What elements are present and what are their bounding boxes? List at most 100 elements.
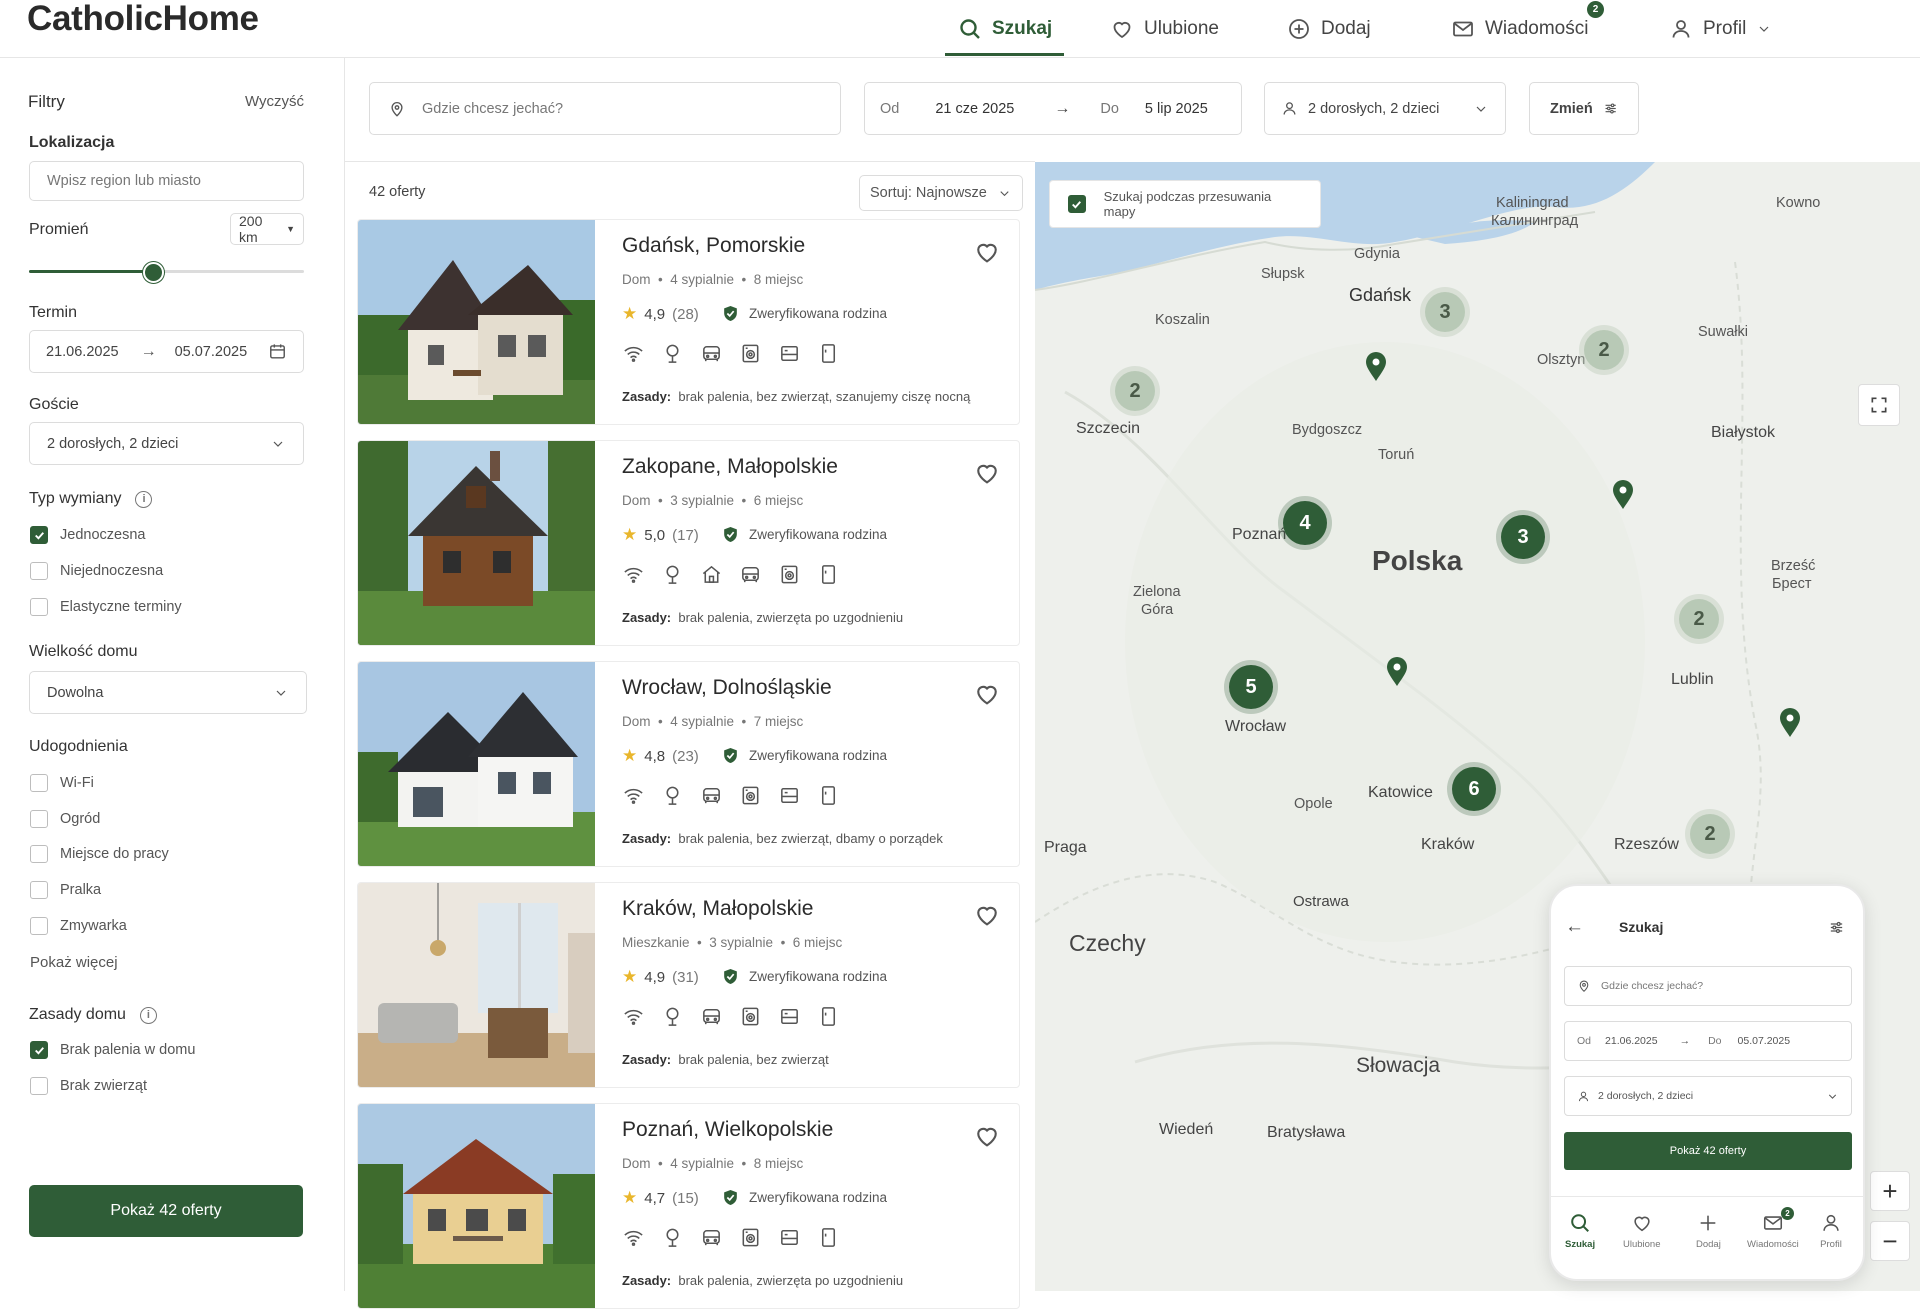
map-cluster[interactable]: 6 [1452, 767, 1496, 811]
map-cluster[interactable]: 5 [1229, 665, 1273, 709]
info-icon[interactable]: i [139, 1006, 157, 1024]
phone-dates-field[interactable]: Od 21.06.2025 → Do 05.07.2025 [1564, 1021, 1852, 1061]
favorite-heart-icon[interactable] [973, 238, 1001, 266]
map-pin-icon[interactable] [1612, 480, 1634, 510]
favorite-heart-icon[interactable] [973, 680, 1001, 708]
zoom-out-button[interactable]: − [1870, 1221, 1910, 1261]
map-pin-icon[interactable] [1779, 708, 1801, 738]
location-input[interactable]: Wpisz region lub miasto [29, 161, 304, 201]
nav-add[interactable]: Dodaj [1287, 0, 1371, 58]
guests-select[interactable]: 2 dorosłych, 2 dzieci [29, 422, 304, 465]
guests-dropdown[interactable]: 2 dorosłych, 2 dzieci [1264, 82, 1506, 135]
map-cluster[interactable]: 2 [1115, 371, 1155, 411]
amenity-option-dishwasher[interactable]: Zmywarka [30, 917, 127, 935]
map-cluster[interactable]: 3 [1425, 292, 1465, 332]
amenity-option-washer[interactable]: Pralka [30, 881, 101, 899]
amenity-option-workspace[interactable]: Miejsce do pracy [30, 845, 169, 863]
checkbox-checked[interactable] [30, 1041, 48, 1059]
app-logo[interactable]: CatholicHome [27, 0, 259, 38]
map-label-zielona: Zielona [1133, 584, 1181, 600]
checkbox[interactable] [30, 562, 48, 580]
zoom-in-button[interactable]: + [1870, 1171, 1910, 1211]
checkbox[interactable] [30, 917, 48, 935]
show-more-link[interactable]: Pokaż więcej [30, 954, 118, 971]
favorite-heart-icon[interactable] [973, 901, 1001, 929]
rule-option-no-smoking[interactable]: Brak palenia w domu [30, 1041, 195, 1059]
radius-slider[interactable] [29, 262, 304, 283]
phone-nav-profile[interactable]: Profil [1820, 1212, 1842, 1250]
info-icon[interactable]: i [135, 490, 153, 508]
exchange-option-flexible[interactable]: Elastyczne terminy [30, 598, 182, 616]
verified-label: Zweryfikowana rodzina [749, 1190, 888, 1205]
amenity-option-wifi[interactable]: Wi-Fi [30, 774, 94, 792]
checkbox[interactable] [30, 1077, 48, 1095]
checkbox-checked[interactable] [1068, 195, 1086, 213]
amenity-option-garden[interactable]: Ogród [30, 810, 100, 828]
listing-photo[interactable] [358, 220, 595, 425]
listing-city[interactable]: Kraków, Małopolskie [622, 897, 813, 921]
sort-select[interactable]: Sortuj: Najnowsze [859, 175, 1023, 211]
phone-show-offers-button[interactable]: Pokaż 42 oferty [1564, 1132, 1852, 1170]
listing-card[interactable]: Wrocław, Dolnośląskie Dom • 4 sypialnie … [357, 661, 1020, 867]
exchange-option-nonsimultaneous[interactable]: Niejednoczesna [30, 562, 163, 580]
listing-photo[interactable] [358, 441, 595, 646]
nav-profile[interactable]: Profil [1669, 0, 1772, 58]
map-label-kowno: Kowno [1776, 195, 1821, 211]
map-cluster[interactable]: 3 [1501, 515, 1545, 559]
map-label-kaliningrad: Kaliningrad [1496, 195, 1569, 211]
listing-card[interactable]: Kraków, Małopolskie Mieszkanie • 3 sypia… [357, 882, 1020, 1088]
change-filters-button[interactable]: Zmień [1529, 82, 1639, 135]
listing-card[interactable]: Zakopane, Małopolskie Dom • 3 sypialnie … [357, 440, 1020, 646]
listing-city[interactable]: Gdańsk, Pomorskie [622, 234, 805, 258]
phone-nav-search[interactable]: Szukaj [1565, 1212, 1595, 1250]
rule-option-no-pets[interactable]: Brak zwierząt [30, 1077, 147, 1095]
map-cluster[interactable]: 2 [1679, 599, 1719, 639]
date-range-field[interactable]: 21.06.2025 → 05.07.2025 [29, 330, 304, 373]
nav-messages[interactable]: Wiadomości 2 [1451, 0, 1604, 58]
search-on-move-toggle[interactable]: Szukaj podczas przesuwania mapy [1049, 180, 1321, 228]
phone-nav-messages[interactable]: Wiadomości 2 [1747, 1207, 1799, 1250]
map-label-gdansk: Gdańsk [1349, 285, 1412, 305]
phone-nav-favorites[interactable]: Ulubione [1623, 1212, 1661, 1250]
nav-search[interactable]: Szukaj [958, 0, 1052, 58]
listing-photo[interactable] [358, 883, 595, 1088]
listing-card[interactable]: Gdańsk, Pomorskie Dom • 4 sypialnie • 8 … [357, 219, 1020, 425]
checkbox[interactable] [30, 774, 48, 792]
rating-value: 4,7 [644, 1189, 666, 1207]
phone-nav-add[interactable]: Dodaj [1696, 1212, 1721, 1250]
listing-city[interactable]: Poznań, Wielkopolskie [622, 1118, 833, 1142]
checkbox[interactable] [30, 598, 48, 616]
map-pin-icon[interactable] [1386, 657, 1408, 687]
map-cluster[interactable]: 2 [1690, 814, 1730, 854]
show-offers-button[interactable]: Pokaż 42 oferty [29, 1185, 303, 1237]
exchange-option-simultaneous[interactable]: Jednoczesna [30, 526, 145, 544]
phone-guests-select[interactable]: 2 dorosłych, 2 dzieci [1564, 1076, 1852, 1116]
radius-select[interactable]: 200 km ▼ [230, 213, 304, 245]
listing-card[interactable]: Poznań, Wielkopolskie Dom • 4 sypialnie … [357, 1103, 1020, 1309]
house-size-select[interactable]: Dowolna [29, 671, 307, 714]
sliders-icon[interactable] [1828, 919, 1845, 936]
dates-field[interactable]: Od 21 cze 2025 → Do 5 lip 2025 [864, 82, 1242, 135]
back-arrow-icon[interactable]: ← [1565, 916, 1584, 938]
checkbox[interactable] [30, 845, 48, 863]
checkbox-checked[interactable] [30, 526, 48, 544]
fullscreen-button[interactable] [1858, 384, 1900, 426]
checkbox[interactable] [30, 881, 48, 899]
listing-photo[interactable] [358, 662, 595, 867]
destination-input[interactable]: Gdzie chcesz jechać? [369, 82, 841, 135]
phone-destination-input[interactable]: Gdzie chcesz jechać? [1564, 966, 1852, 1006]
nav-favorites[interactable]: Ulubione [1110, 0, 1219, 58]
listing-photo[interactable] [358, 1104, 595, 1309]
listing-city[interactable]: Wrocław, Dolnośląskie [622, 676, 832, 700]
nav-profile-label: Profil [1703, 18, 1747, 39]
checkbox[interactable] [30, 810, 48, 828]
listing-city[interactable]: Zakopane, Małopolskie [622, 455, 838, 479]
map-cluster[interactable]: 2 [1584, 330, 1624, 370]
clear-filters-link[interactable]: Wyczyść [245, 93, 304, 110]
map-cluster[interactable]: 4 [1283, 501, 1327, 545]
favorite-heart-icon[interactable] [973, 1122, 1001, 1150]
radius-slider-handle[interactable] [142, 262, 164, 283]
phone-to-value: 05.07.2025 [1737, 1035, 1791, 1047]
map-pin-icon[interactable] [1365, 352, 1387, 382]
favorite-heart-icon[interactable] [973, 459, 1001, 487]
